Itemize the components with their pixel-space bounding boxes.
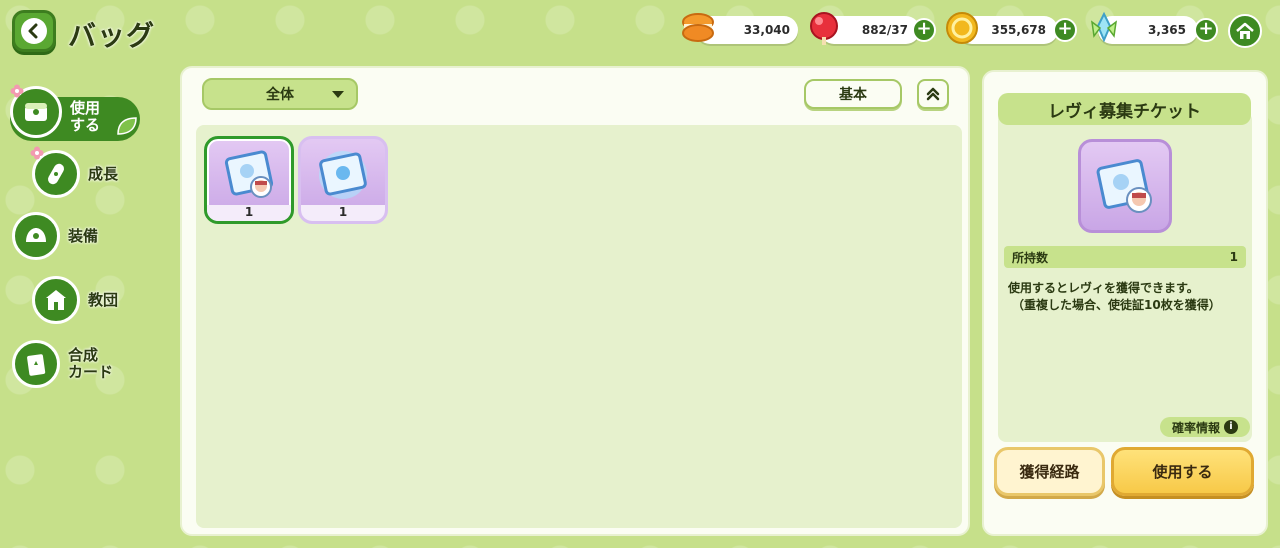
sidebar-item-use-label-1: 使用: [70, 99, 101, 117]
description-line-1: 使用するとレヴィを獲得できます。: [1008, 281, 1199, 295]
sidebar-item-growth-label: 成長: [88, 164, 119, 183]
ticket-icon: [319, 151, 367, 199]
sidebar-item-synthesis-label-1: 合成: [68, 346, 99, 364]
equipment-icon: [12, 212, 60, 260]
item-quantity: 1: [338, 205, 348, 219]
resource-crystal-value: 3,365: [1148, 23, 1186, 37]
sidebar-item-use-label-2: する: [70, 116, 101, 134]
temple-icon: [32, 276, 80, 324]
leaf-icon: [117, 117, 137, 135]
sidebar-item-synthesis-card[interactable]: 合成 カード: [12, 340, 113, 388]
item-description: 使用するとレヴィを獲得できます。 （重複した場合、使徒証10枚を獲得）: [1008, 280, 1248, 314]
owned-value: 1: [1229, 250, 1238, 264]
rate-info-label: 確率情報: [1171, 420, 1220, 435]
home-button[interactable]: [1228, 14, 1262, 48]
use-button[interactable]: 使用する: [1111, 447, 1254, 496]
sidebar-item-cult[interactable]: 教団: [32, 276, 118, 324]
add-candy-button[interactable]: +: [912, 18, 936, 42]
sidebar-item-growth[interactable]: 成長: [32, 150, 118, 198]
detail-item-image: [1078, 139, 1172, 233]
sidebar-item-synthesis-label-2: カード: [68, 363, 114, 381]
ticket-icon: [1096, 159, 1152, 213]
caret-down-icon: [332, 91, 344, 98]
add-coin-button[interactable]: +: [1053, 18, 1077, 42]
item-quantity: 1: [244, 205, 254, 219]
new-flower-icon: [10, 84, 24, 98]
candy-icon: [806, 10, 842, 46]
coin-icon: [944, 10, 980, 46]
sidebar-item-equipment-label: 装備: [68, 226, 99, 245]
acquisition-route-label: 獲得経路: [1019, 463, 1080, 481]
chevron-left-icon: [21, 18, 47, 44]
crystal-icon: [1086, 10, 1122, 46]
filter-dropdown-label: 全体: [266, 87, 294, 103]
macaron-icon: [680, 10, 716, 46]
sidebar-item-cult-label: 教団: [88, 290, 119, 309]
item-slot-recruit-ticket[interactable]: 1: [298, 136, 388, 224]
add-crystal-button[interactable]: +: [1194, 18, 1218, 42]
rate-info-button[interactable]: 確率情報 i: [1160, 417, 1250, 437]
new-flower-icon: [30, 146, 44, 160]
item-slot-levi-ticket[interactable]: 1: [204, 136, 294, 224]
info-icon: i: [1224, 420, 1238, 434]
sidebar-item-equipment[interactable]: 装備: [12, 212, 98, 260]
page-title: バッグ: [68, 19, 156, 52]
double-chevron-up-icon: [926, 87, 940, 101]
resource-macaron-value: 33,040: [743, 23, 790, 37]
owned-label: 所持数: [1012, 250, 1049, 265]
sort-button[interactable]: 基本: [804, 79, 902, 109]
filter-dropdown[interactable]: 全体: [202, 78, 358, 110]
acquisition-route-button[interactable]: 獲得経路: [994, 447, 1105, 496]
back-button[interactable]: [12, 10, 56, 52]
card-icon: [12, 340, 60, 388]
resource-coin-value: 355,678: [991, 23, 1046, 37]
description-line-2: （重複した場合、使徒証10枚を獲得）: [1012, 298, 1221, 312]
detail-title: レヴィ募集チケット: [998, 93, 1251, 125]
sort-button-label: 基本: [839, 87, 867, 103]
resource-candy-value: 882/37: [861, 23, 908, 37]
use-button-label: 使用する: [1152, 463, 1213, 481]
owned-count-row: 所持数 1: [1004, 246, 1246, 268]
sort-order-button[interactable]: [917, 79, 949, 109]
home-icon: [1236, 22, 1254, 39]
ticket-icon: [224, 150, 274, 198]
